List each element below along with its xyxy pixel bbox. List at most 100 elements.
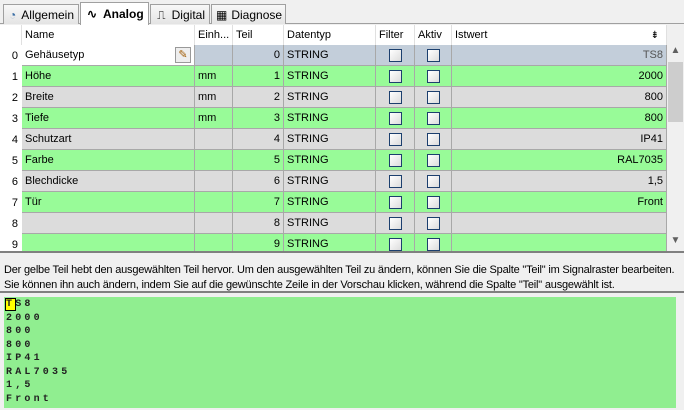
- aktiv-checkbox[interactable]: [426, 69, 440, 83]
- table-row[interactable]: 7 Tür 7 STRING Front: [0, 192, 667, 213]
- preview-panel[interactable]: TS8 2000 800 800 IP41 RAL7035 1,5 Front: [4, 297, 676, 408]
- table-row[interactable]: 3 Tiefe mm 3 STRING 800: [0, 108, 667, 129]
- datentyp-cell[interactable]: STRING: [284, 87, 376, 108]
- aktiv-checkbox[interactable]: [426, 174, 440, 188]
- name-cell[interactable]: Gehäusetyp ✎: [22, 45, 195, 66]
- filter-checkbox[interactable]: [388, 111, 402, 125]
- istwert-cell[interactable]: IP41: [452, 129, 667, 150]
- aktiv-checkbox[interactable]: [426, 132, 440, 146]
- table-row[interactable]: 4 Schutzart 4 STRING IP41: [0, 129, 667, 150]
- preview-line[interactable]: Front: [6, 393, 674, 407]
- row-index[interactable]: 9: [0, 234, 22, 251]
- name-cell[interactable]: Blechdicke: [22, 171, 195, 192]
- istwert-cell[interactable]: [452, 213, 667, 234]
- teil-cell[interactable]: 0: [233, 45, 284, 66]
- teil-cell[interactable]: 1: [233, 66, 284, 87]
- column-header-teil[interactable]: Teil: [233, 25, 284, 46]
- datentyp-cell[interactable]: STRING: [284, 129, 376, 150]
- istwert-cell[interactable]: 2000: [452, 66, 667, 87]
- istwert-cell[interactable]: 800: [452, 108, 667, 129]
- column-header-aktiv[interactable]: Aktiv: [415, 25, 452, 46]
- aktiv-checkbox[interactable]: [426, 48, 440, 62]
- name-cell[interactable]: Tür: [22, 192, 195, 213]
- name-cell[interactable]: Farbe: [22, 150, 195, 171]
- einheit-cell[interactable]: [195, 129, 233, 150]
- filter-checkbox[interactable]: [388, 237, 402, 251]
- filter-checkbox[interactable]: [388, 216, 402, 230]
- aktiv-checkbox[interactable]: [426, 237, 440, 251]
- column-header-einheit[interactable]: Einh...: [195, 25, 233, 46]
- teil-cell[interactable]: 3: [233, 108, 284, 129]
- preview-line[interactable]: 800: [6, 325, 674, 339]
- scrollbar-thumb[interactable]: [668, 62, 683, 122]
- teil-cell[interactable]: 7: [233, 192, 284, 213]
- aktiv-checkbox[interactable]: [426, 195, 440, 209]
- einheit-cell[interactable]: [195, 192, 233, 213]
- einheit-cell[interactable]: [195, 171, 233, 192]
- istwert-cell[interactable]: Front: [452, 192, 667, 213]
- row-index[interactable]: 6: [0, 171, 22, 192]
- tab-digital[interactable]: ⎍ Digital: [150, 4, 210, 24]
- einheit-cell[interactable]: mm: [195, 66, 233, 87]
- preview-line[interactable]: 1,5: [6, 379, 674, 393]
- row-index[interactable]: 7: [0, 192, 22, 213]
- teil-cell[interactable]: 6: [233, 171, 284, 192]
- column-header-istwert[interactable]: Istwert ⇟: [452, 25, 667, 46]
- teil-cell[interactable]: 5: [233, 150, 284, 171]
- datentyp-cell[interactable]: STRING: [284, 213, 376, 234]
- datentyp-cell[interactable]: STRING: [284, 66, 376, 87]
- row-index[interactable]: 8: [0, 213, 22, 234]
- aktiv-checkbox[interactable]: [426, 216, 440, 230]
- preview-line[interactable]: TS8: [4, 298, 674, 312]
- istwert-cell[interactable]: TS8: [452, 45, 667, 66]
- einheit-cell[interactable]: mm: [195, 108, 233, 129]
- filter-checkbox[interactable]: [388, 132, 402, 146]
- name-cell[interactable]: Schutzart: [22, 129, 195, 150]
- column-header-name[interactable]: Name: [22, 25, 195, 46]
- einheit-cell[interactable]: [195, 150, 233, 171]
- row-index[interactable]: 4: [0, 129, 22, 150]
- preview-line[interactable]: IP41: [6, 352, 674, 366]
- name-cell[interactable]: [22, 234, 195, 251]
- aktiv-checkbox[interactable]: [426, 111, 440, 125]
- preview-line[interactable]: 2000: [6, 312, 674, 326]
- istwert-cell[interactable]: RAL7035: [452, 150, 667, 171]
- vertical-scrollbar[interactable]: ▲ ▼: [667, 45, 684, 251]
- filter-checkbox[interactable]: [388, 174, 402, 188]
- preview-line[interactable]: RAL7035: [6, 366, 674, 380]
- istwert-cell[interactable]: 1,5: [452, 171, 667, 192]
- name-cell[interactable]: Breite: [22, 87, 195, 108]
- name-cell[interactable]: [22, 213, 195, 234]
- scroll-up-icon[interactable]: ▲: [667, 45, 684, 61]
- teil-cell[interactable]: 4: [233, 129, 284, 150]
- table-row[interactable]: 5 Farbe 5 STRING RAL7035: [0, 150, 667, 171]
- einheit-cell[interactable]: mm: [195, 87, 233, 108]
- teil-cell[interactable]: 8: [233, 213, 284, 234]
- scroll-down-icon[interactable]: ▼: [667, 235, 684, 251]
- aktiv-checkbox[interactable]: [426, 90, 440, 104]
- filter-checkbox[interactable]: [388, 48, 402, 62]
- einheit-cell[interactable]: [195, 213, 233, 234]
- table-row[interactable]: 2 Breite mm 2 STRING 800: [0, 87, 667, 108]
- filter-checkbox[interactable]: [388, 195, 402, 209]
- name-cell[interactable]: Höhe: [22, 66, 195, 87]
- einheit-cell[interactable]: [195, 45, 233, 66]
- istwert-cell[interactable]: [452, 234, 667, 251]
- datentyp-cell[interactable]: STRING: [284, 150, 376, 171]
- selected-part-highlight[interactable]: T: [4, 298, 17, 311]
- datentyp-cell[interactable]: STRING: [284, 108, 376, 129]
- istwert-cell[interactable]: 800: [452, 87, 667, 108]
- einheit-cell[interactable]: [195, 234, 233, 251]
- tab-diagnose[interactable]: ▦ Diagnose: [211, 4, 286, 24]
- filter-checkbox[interactable]: [388, 90, 402, 104]
- row-index[interactable]: 0: [0, 45, 22, 66]
- preview-line[interactable]: 800: [6, 339, 674, 353]
- column-header-datentyp[interactable]: Datentyp: [284, 25, 376, 46]
- datentyp-cell[interactable]: STRING: [284, 234, 376, 251]
- edit-pencil-icon[interactable]: ✎: [175, 47, 191, 63]
- teil-cell[interactable]: 9: [233, 234, 284, 251]
- datentyp-cell[interactable]: STRING: [284, 171, 376, 192]
- teil-cell[interactable]: 2: [233, 87, 284, 108]
- tab-analog[interactable]: ∿ Analog: [80, 2, 149, 25]
- filter-checkbox[interactable]: [388, 69, 402, 83]
